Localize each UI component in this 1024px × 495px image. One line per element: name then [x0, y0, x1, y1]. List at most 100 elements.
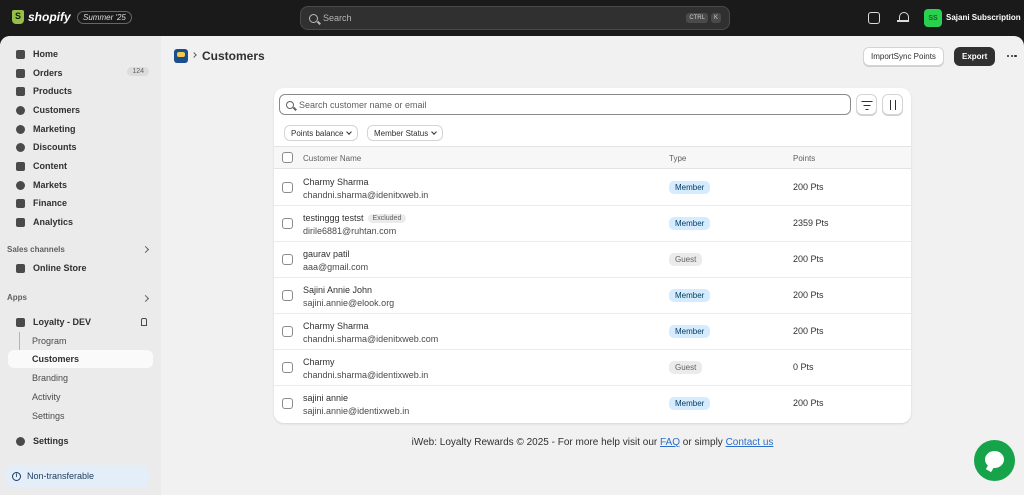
row-checkbox[interactable] — [282, 398, 293, 409]
pin-icon[interactable] — [141, 318, 147, 326]
sidebar-item-products[interactable]: Products — [8, 82, 153, 100]
sidebar-item-customers[interactable]: Customers — [8, 101, 153, 119]
sort-button[interactable] — [882, 94, 903, 115]
table-row[interactable]: gaurav patil aaa@gmail.com Guest 200 Pts — [274, 242, 911, 278]
points-value: 200 Pts — [793, 326, 824, 336]
customer-search-input[interactable] — [299, 99, 839, 110]
avatar[interactable]: SS — [924, 9, 942, 27]
customer-search[interactable] — [279, 94, 851, 115]
row-checkbox[interactable] — [282, 182, 293, 193]
sidebar-item-discounts[interactable]: Discounts — [8, 138, 153, 156]
faq-link[interactable]: FAQ — [660, 437, 680, 448]
sidebar-item-label: Marketing — [33, 124, 76, 134]
row-checkbox[interactable] — [282, 218, 293, 229]
customers-icon — [16, 105, 25, 115]
sidebar-subitem-settings[interactable]: Settings — [8, 407, 153, 425]
chevron-right-icon[interactable] — [141, 245, 150, 254]
search-placeholder: Search — [323, 13, 352, 23]
customers-card: Points balance Member Status Customer Na… — [274, 88, 911, 423]
export-button[interactable]: Export — [954, 47, 996, 66]
table-row[interactable]: sajini annie sajini.annie@identixweb.in … — [274, 386, 911, 422]
table-row[interactable]: testinggg testst Excluded dirile6881@ruht… — [274, 206, 911, 242]
sidebar-subitem-activity[interactable]: Activity — [8, 388, 153, 406]
column-points: Points — [793, 154, 816, 163]
sidebar-item-content[interactable]: Content — [8, 157, 153, 175]
search-icon — [309, 13, 318, 23]
customer-email: dirile6881@ruhtan.com — [303, 226, 397, 236]
sidebar-item-label: Loyalty - DEV — [33, 317, 92, 327]
products-icon — [16, 86, 25, 96]
table-row[interactable]: Charmy Sharma chandni.sharma@idenitxweb.… — [274, 170, 911, 206]
member-status-filter[interactable]: Member Status — [367, 125, 444, 141]
store-name[interactable]: Sajani Subscription — [946, 13, 1021, 22]
customer-name: Charmy Sharma — [303, 321, 369, 331]
sidebar: Home Orders 124 Products Customers Market… — [0, 36, 161, 495]
sidebar-item-marketing[interactable]: Marketing — [8, 120, 153, 138]
orders-count-badge: 124 — [127, 67, 149, 76]
sidebar-subitem-customers[interactable]: Customers — [8, 350, 153, 368]
sidebar-item-online-store[interactable]: Online Store — [8, 259, 153, 277]
import-sync-points-button[interactable]: ImportSync Points — [863, 47, 944, 66]
table-row[interactable]: Charmy Sharma chandni.sharma@idenitxweb.… — [274, 314, 911, 350]
sidebar-item-analytics[interactable]: Analytics — [8, 213, 153, 231]
row-checkbox[interactable] — [282, 254, 293, 265]
non-transferable-text: Non-transferable — [27, 471, 95, 481]
shopify-logo[interactable]: shopify — [12, 10, 71, 24]
more-actions-icon[interactable] — [1007, 55, 1017, 58]
sidebar-item-finance[interactable]: Finance — [8, 194, 153, 212]
points-value: 0 Pts — [793, 362, 814, 372]
chevron-right-icon[interactable] — [141, 294, 150, 303]
chevron-down-icon — [431, 129, 438, 135]
row-checkbox[interactable] — [282, 362, 293, 373]
footer-text: iWeb: Loyalty Rewards © 2025 - For more … — [161, 437, 1024, 448]
sidebar-item-label: Customers — [33, 105, 81, 115]
sidebar-item-label: Products — [33, 86, 73, 96]
sidebar-item-label: Analytics — [33, 217, 74, 227]
sidebar-item-loyalty-app[interactable]: Loyalty - DEV — [8, 313, 153, 331]
filter-label: Member Status — [374, 128, 429, 138]
select-all-checkbox[interactable] — [282, 152, 293, 163]
row-checkbox[interactable] — [282, 290, 293, 301]
sidebar-item-label: Content — [33, 161, 67, 171]
sales-channels-label[interactable]: Sales channels — [7, 245, 65, 254]
finance-icon — [16, 198, 25, 208]
customer-email: sajini.annie@identixweb.in — [303, 406, 410, 416]
sidebar-item-orders[interactable]: Orders 124 — [8, 64, 153, 82]
table-header: Customer Name Type Points — [274, 146, 911, 169]
contact-us-link[interactable]: Contact us — [726, 437, 774, 448]
sidebar-item-home[interactable]: Home — [8, 45, 153, 63]
edition-badge[interactable]: Summer '25 — [77, 11, 132, 24]
chat-bubble-icon[interactable] — [974, 440, 1015, 481]
filter-button[interactable] — [856, 94, 877, 115]
sidebar-item-settings[interactable]: Settings — [8, 432, 153, 450]
table-row[interactable]: Sajini Annie John sajini.annie@elook.org… — [274, 278, 911, 314]
store-icon[interactable] — [868, 12, 880, 24]
customer-email: chandni.sharma@idenitxweb.in — [303, 190, 429, 200]
sidebar-subitem-branding[interactable]: Branding — [8, 369, 153, 387]
points-balance-filter[interactable]: Points balance — [284, 125, 359, 141]
main-content: Customers ImportSync Points Export Point… — [161, 36, 1024, 495]
customer-name: sajini annie — [303, 393, 349, 403]
bell-icon[interactable] — [897, 12, 909, 24]
content-icon — [16, 161, 25, 171]
type-badge: Member — [669, 181, 711, 194]
shortcut-k: K — [710, 13, 721, 23]
footer-text-before: iWeb: Loyalty Rewards © 2025 - For more … — [411, 437, 660, 448]
excluded-badge: Excluded — [367, 213, 407, 223]
global-search[interactable]: Search CTRL K — [300, 6, 730, 30]
sidebar-item-markets[interactable]: Markets — [8, 176, 153, 194]
row-checkbox[interactable] — [282, 326, 293, 337]
type-badge: Guest — [669, 253, 703, 266]
customer-email: chandni.sharma@identixweb.in — [303, 370, 429, 380]
customer-name: Charmy Sharma — [303, 177, 369, 187]
footer-text-middle: or simply — [680, 437, 726, 448]
non-transferable-banner[interactable]: i Non-transferable — [6, 465, 149, 487]
loyalty-app-icon — [16, 317, 25, 327]
sidebar-item-label: Online Store — [33, 263, 87, 273]
table-row[interactable]: Charmy chandni.sharma@identixweb.in Gues… — [274, 350, 911, 386]
app-logo-icon[interactable] — [174, 49, 188, 63]
apps-label[interactable]: Apps — [7, 293, 27, 302]
sidebar-subitem-program[interactable]: Program — [8, 332, 153, 350]
points-value: 200 Pts — [793, 290, 824, 300]
online-store-icon — [16, 263, 25, 273]
